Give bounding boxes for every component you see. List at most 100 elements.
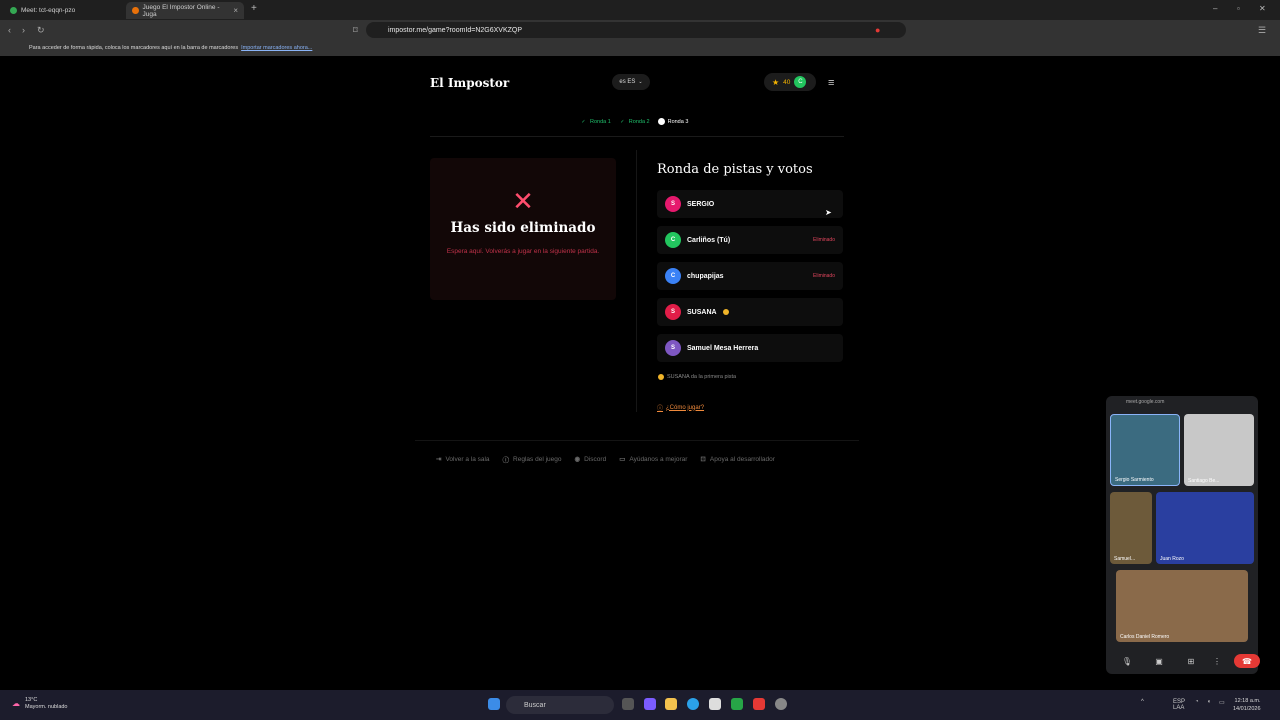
camera-icon[interactable]: ▣ (1150, 654, 1168, 668)
close-tab-icon[interactable]: × (233, 6, 238, 15)
browser-menu-icon[interactable]: ☰ (1258, 25, 1266, 36)
wifi-icon[interactable]: ◔ (1195, 699, 1199, 705)
footer-link-label: Ayúdanos a mejorar (629, 455, 688, 463)
coins-badge[interactable]: ★ 40 C (764, 73, 816, 91)
clock-time: 12:18 a.m. (1234, 698, 1261, 704)
player-avatar: S (665, 196, 681, 212)
end-call-button[interactable]: ☎ (1234, 654, 1260, 668)
edge-icon[interactable] (687, 698, 699, 710)
copilot-icon[interactable] (644, 698, 656, 710)
eliminated-card: ✕ Has sido eliminado Espera aquí. Volver… (430, 158, 616, 300)
system-clock[interactable]: 12:18 a.m. 14/01/2026 (1233, 697, 1261, 713)
back-icon[interactable]: ‹ (8, 25, 11, 35)
player-row[interactable]: C Carliños (Tú) Eliminado (657, 226, 843, 254)
reload-icon[interactable]: ↻ (37, 25, 45, 36)
participant-tile[interactable]: Santiago Be... (1184, 414, 1254, 486)
footer-link-label: Discord (584, 455, 607, 463)
player-status: Eliminado (813, 237, 835, 243)
player-avatar: S (665, 340, 681, 356)
how-to-play-link[interactable]: ⓘ ¿Cómo jugar? (657, 403, 705, 413)
more-options-icon[interactable]: ⋮ (1213, 654, 1221, 668)
discord-icon: ◉ (574, 456, 581, 463)
round-step-2: ✓ Ronda 2 (619, 118, 649, 125)
clock-date: 14/01/2026 (1233, 706, 1261, 712)
bookmarks-hint: Para acceder de forma rápida, coloca los… (29, 45, 239, 51)
player-row[interactable]: S SERGIO (657, 190, 843, 218)
participant-tile[interactable]: Samuel... (1110, 492, 1152, 564)
player-avatar: S (665, 304, 681, 320)
user-avatar[interactable]: C (794, 76, 807, 88)
participant-tile[interactable]: Sergio Sarmiento (1110, 414, 1180, 486)
player-row[interactable]: S SUSANA (657, 298, 843, 326)
rules-link[interactable]: ⓘ Reglas del juego (503, 454, 562, 465)
tray-chevron-icon[interactable]: ^ (1141, 699, 1144, 705)
file-explorer-icon[interactable] (665, 698, 677, 710)
bookmark-icon[interactable]: ⌑ (353, 25, 358, 36)
browser-app-icon[interactable] (753, 698, 765, 710)
site-logo[interactable]: El Impostor (430, 76, 509, 90)
participant-tile[interactable]: Carlos Daniel Romero (1116, 570, 1248, 642)
weather-widget[interactable]: 13°C Mayorm. nublado (25, 697, 68, 711)
footer-link-label: Apoya al desarrollador (709, 455, 775, 463)
new-tab-icon[interactable]: + (251, 3, 257, 14)
maximize-icon[interactable]: ▫ (1237, 4, 1240, 13)
language-selector[interactable]: es ES ⌄ (612, 74, 650, 90)
turn-hint: SUSANA da la primera pista (658, 374, 736, 380)
player-avatar: C (665, 232, 681, 248)
browser-tab-bar: Meet: tct-eqqn-pzo Juego El Impostor Onl… (0, 0, 1280, 20)
windows-start-icon[interactable] (488, 698, 500, 710)
player-row[interactable]: C chupapijas Eliminado (657, 262, 843, 290)
import-bookmarks-link[interactable]: Importar marcadores ahora... (241, 45, 312, 51)
player-row[interactable]: S Samuel Mesa Herrera (657, 334, 843, 362)
participant-name: Carlos Daniel Romero (1120, 634, 1170, 640)
task-view-icon[interactable] (622, 698, 634, 710)
tab-title: Juego El Impostor Online - Juga (142, 3, 220, 18)
eliminated-x-icon: ✕ (512, 186, 534, 216)
store-icon[interactable] (709, 698, 721, 710)
forward-icon[interactable]: › (22, 25, 25, 35)
hamburger-menu-icon[interactable]: ≡ (828, 77, 834, 89)
tab-meet[interactable]: Meet: tct-eqqn-pzo (4, 2, 124, 19)
player-status: Eliminado (813, 273, 835, 279)
extension-icon[interactable]: ● (875, 25, 880, 35)
minimize-icon[interactable]: – (1213, 4, 1217, 13)
discord-link[interactable]: ◉ Discord (574, 454, 606, 464)
round-step-3: Ronda 3 (657, 118, 689, 125)
player-name: Samuel Mesa Herrera (687, 344, 759, 352)
how-to-play-label: ¿Cómo jugar? (666, 404, 705, 411)
input-language[interactable]: ESP LAA (1173, 699, 1185, 711)
mouse-cursor-icon: ➤ (825, 208, 832, 217)
url-text: impostor.me/game?roomId=N2G6XVKZQP (388, 26, 523, 34)
lang-prefix: es (619, 79, 626, 85)
player-name: Carliños (Tú) (687, 236, 731, 244)
divider (430, 136, 844, 137)
gift-icon: ⊡ (700, 456, 706, 463)
footer-link-label: Reglas del juego (513, 455, 562, 463)
app-icon[interactable] (775, 698, 787, 710)
battery-icon[interactable]: ▭ (1219, 699, 1225, 706)
back-to-room-link[interactable]: ⇥ Volver a la sala (436, 454, 490, 464)
taskbar-search[interactable]: Buscar (506, 696, 614, 714)
feedback-link[interactable]: ▭ Ayúdanos a mejorar (619, 454, 687, 464)
windows-taskbar: ☁ 13°C Mayorm. nublado Buscar ESP LAA ^ ◔… (0, 690, 1280, 720)
present-icon[interactable]: ⊞ (1182, 654, 1200, 668)
support-developer-link[interactable]: ⊡ Apoya al desarrollador (700, 454, 775, 464)
round-label: Ronda 3 (667, 118, 689, 125)
url-field[interactable]: impostor.me/game?roomId=N2G6XVKZQP (366, 22, 906, 38)
participant-tile[interactable]: Juan Rozo (1156, 492, 1254, 564)
tab-impostor[interactable]: Juego El Impostor Online - Juga × (126, 2, 244, 19)
meet-pip-window[interactable]: meet.google.com Sergio Sarmiento Santiag… (1106, 396, 1260, 674)
player-list: S SERGIO C Carliños (Tú) Eliminado C chu… (657, 190, 843, 370)
divider (415, 440, 859, 441)
xbox-icon[interactable] (731, 698, 743, 710)
close-window-icon[interactable]: ✕ (1259, 4, 1266, 13)
participant-name: Juan Rozo (1160, 556, 1184, 562)
round-progress: ✓ Ronda 1 ✓ Ronda 2 Ronda 3 (580, 118, 688, 125)
round-step-1: ✓ Ronda 1 (580, 118, 610, 125)
meet-favicon-icon (10, 7, 17, 14)
volume-icon[interactable]: ◖ (1207, 699, 1211, 705)
lang-code: ES (627, 79, 636, 85)
chevron-down-icon: ⌄ (638, 79, 643, 85)
microphone-icon[interactable]: 🎙 (1118, 654, 1136, 668)
address-bar-row: ‹ › ↻ ⌑ impostor.me/game?roomId=N2G6XVKZ… (0, 20, 1280, 40)
